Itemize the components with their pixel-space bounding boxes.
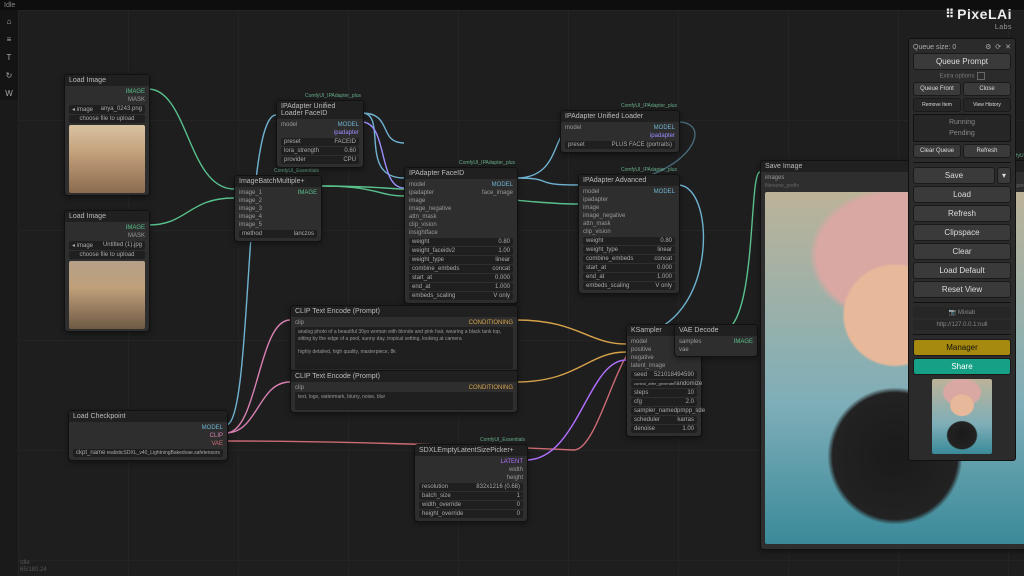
node-canvas[interactable]: Load Image IMAGE MASK ◂ imageanya_0243.p… [18, 10, 1024, 576]
load-button[interactable]: Load [913, 186, 1011, 203]
clear-button[interactable]: Clear [913, 243, 1011, 260]
left-toolbar: ⌂ ≡ T ↻ W [0, 10, 18, 100]
file-field[interactable]: ◂ imageanya_0243.png [69, 105, 145, 114]
history-thumbnail[interactable] [932, 379, 992, 454]
home-button[interactable]: ⌂ [2, 14, 16, 28]
text-tool-button[interactable]: T [2, 50, 16, 64]
mixlab-badge[interactable]: 📷 Mixlab [913, 307, 1011, 318]
port-image: IMAGE [126, 225, 145, 231]
node-title: Load Image [69, 213, 106, 220]
node-title: KSampler [631, 327, 662, 334]
node-title: CLIP Text Encode (Prompt) [295, 373, 380, 380]
queue-front-button[interactable]: Queue Front [913, 82, 961, 96]
node-load-image-1[interactable]: Load Image IMAGE MASK ◂ imageanya_0243.p… [64, 74, 150, 196]
mode-label: Idle [0, 2, 15, 9]
method-field[interactable]: methodlanczos [239, 230, 317, 238]
node-ipadapter-advanced[interactable]: ComfyUI_IPAdapter_plus IPAdapter Advance… [578, 174, 680, 294]
file-field[interactable]: ◂ imageUntitled (1).jpg [69, 241, 145, 250]
running-label: Running [916, 117, 1008, 128]
image-preview [69, 125, 145, 193]
menu-button[interactable]: ≡ [2, 32, 16, 46]
node-load-checkpoint[interactable]: Load Checkpoint MODEL CLIP VAE ckpt_name… [68, 410, 228, 461]
node-title: Save Image [765, 163, 802, 170]
logo-text: PixeLAi [957, 6, 1012, 22]
node-package: ComfyUI_IPAdapter_plus [459, 160, 515, 166]
port-image: IMAGE [126, 89, 145, 95]
neg-prompt-text[interactable]: text, logo, watermark, blurry, noise, bl… [295, 392, 513, 410]
node-package: ComfyUI_Essentials [274, 168, 319, 174]
node-load-image-2[interactable]: Load Image IMAGE MASK ◂ imageUntitled (1… [64, 210, 150, 332]
node-faceid-loader[interactable]: ComfyUI_IPAdapter_plus IPAdapter Unified… [276, 100, 364, 168]
pending-label: Pending [916, 128, 1008, 139]
node-package: ComfyUI_IPAdapter_plus [305, 93, 361, 99]
node-title: Load Image [69, 77, 106, 84]
extra-options-checkbox[interactable] [977, 72, 985, 80]
server-link[interactable]: http://127.0.0.1:null [913, 320, 1011, 330]
node-clip-positive[interactable]: CLIP Text Encode (Prompt) clipCONDITIONI… [290, 305, 518, 372]
node-title: IPAdapter Unified Loader FaceID [281, 103, 359, 117]
upload-button[interactable]: choose file to upload [69, 251, 145, 259]
prompt-text[interactable]: analog photo of a beautiful 30yo woman w… [295, 327, 513, 369]
node-ipadapter-faceid[interactable]: ComfyUI_IPAdapter_plus IPAdapter FaceID … [404, 167, 518, 304]
share-button[interactable]: Share [913, 358, 1011, 375]
reload-button[interactable]: ↻ [2, 68, 16, 82]
queue-size-label: Queue size: [913, 44, 950, 51]
extra-options-label: Extra options [939, 74, 974, 80]
node-title: SDXLEmptyLatentSizePicker+ [419, 447, 514, 454]
node-title: CLIP Text Encode (Prompt) [295, 308, 380, 315]
logo-subtext: Labs [995, 24, 1012, 31]
clear-queue-button[interactable]: Clear Queue [913, 144, 961, 158]
save-dropdown[interactable]: ▾ [997, 167, 1011, 184]
image-preview [69, 261, 145, 329]
port-mask: MASK [128, 97, 145, 103]
view-history-button[interactable]: View History [963, 98, 1011, 112]
queue-size-value: 0 [952, 44, 956, 51]
node-latent-picker[interactable]: ComfyUI_Essentials SDXLEmptyLatentSizePi… [414, 444, 528, 522]
node-package: ComfyUI_IPAdapter_plus [621, 103, 677, 109]
node-title: IPAdapter Advanced [583, 177, 646, 184]
manager-button[interactable]: Manager [913, 339, 1011, 356]
node-title: VAE Decode [679, 327, 719, 334]
clipspace-button[interactable]: Clipspace [913, 224, 1011, 241]
footer-stats: Idle 65/180.24 [20, 560, 47, 574]
node-ipadapter-loader[interactable]: ComfyUI_IPAdapter_plus IPAdapter Unified… [560, 110, 680, 153]
control-panel[interactable]: Queue size: 0 ⚙ ⟳ ✕ Queue Prompt Extra o… [908, 38, 1016, 461]
save-button[interactable]: Save [913, 167, 995, 184]
reset-view-button[interactable]: Reset View [913, 281, 1011, 298]
node-package: ComfyUI_IPAdapter_plus [621, 167, 677, 173]
queue-prompt-button[interactable]: Queue Prompt [913, 53, 1011, 70]
node-image-batch[interactable]: ComfyUI_Essentials ImageBatchMultiple+ i… [234, 175, 322, 242]
node-title: ImageBatchMultiple+ [239, 178, 305, 185]
remove-item-button[interactable]: Remove Item [913, 98, 961, 112]
close-button[interactable]: Close [963, 82, 1011, 96]
ckpt-field[interactable]: ckpt_namerealisticSDXL_v40_LightningBake… [73, 449, 223, 457]
node-title: Load Checkpoint [73, 413, 126, 420]
refresh-queue-button[interactable]: Refresh [963, 144, 1011, 158]
reset-icon[interactable]: ⟳ [995, 44, 1001, 51]
node-title: IPAdapter Unified Loader [565, 113, 643, 120]
logo-icon: ⠿ [945, 7, 953, 21]
settings-icon[interactable]: ⚙ [985, 44, 991, 51]
node-package: ComfyUI_Essentials [480, 437, 525, 443]
load-default-button[interactable]: Load Default [913, 262, 1011, 279]
refresh-button[interactable]: Refresh [913, 205, 1011, 222]
port-mask: MASK [128, 233, 145, 239]
write-button[interactable]: W [2, 86, 16, 100]
node-vae-decode[interactable]: VAE Decode samplesIMAGE vae [674, 324, 758, 357]
close-icon[interactable]: ✕ [1005, 44, 1011, 51]
status-box: Running Pending [913, 114, 1011, 142]
top-bar: Idle [0, 0, 1024, 10]
upload-button[interactable]: choose file to upload [69, 115, 145, 123]
node-title: IPAdapter FaceID [409, 170, 464, 177]
node-clip-negative[interactable]: CLIP Text Encode (Prompt) clipCONDITIONI… [290, 370, 518, 413]
app-logo: ⠿ PixeLAi Labs [945, 6, 1012, 22]
